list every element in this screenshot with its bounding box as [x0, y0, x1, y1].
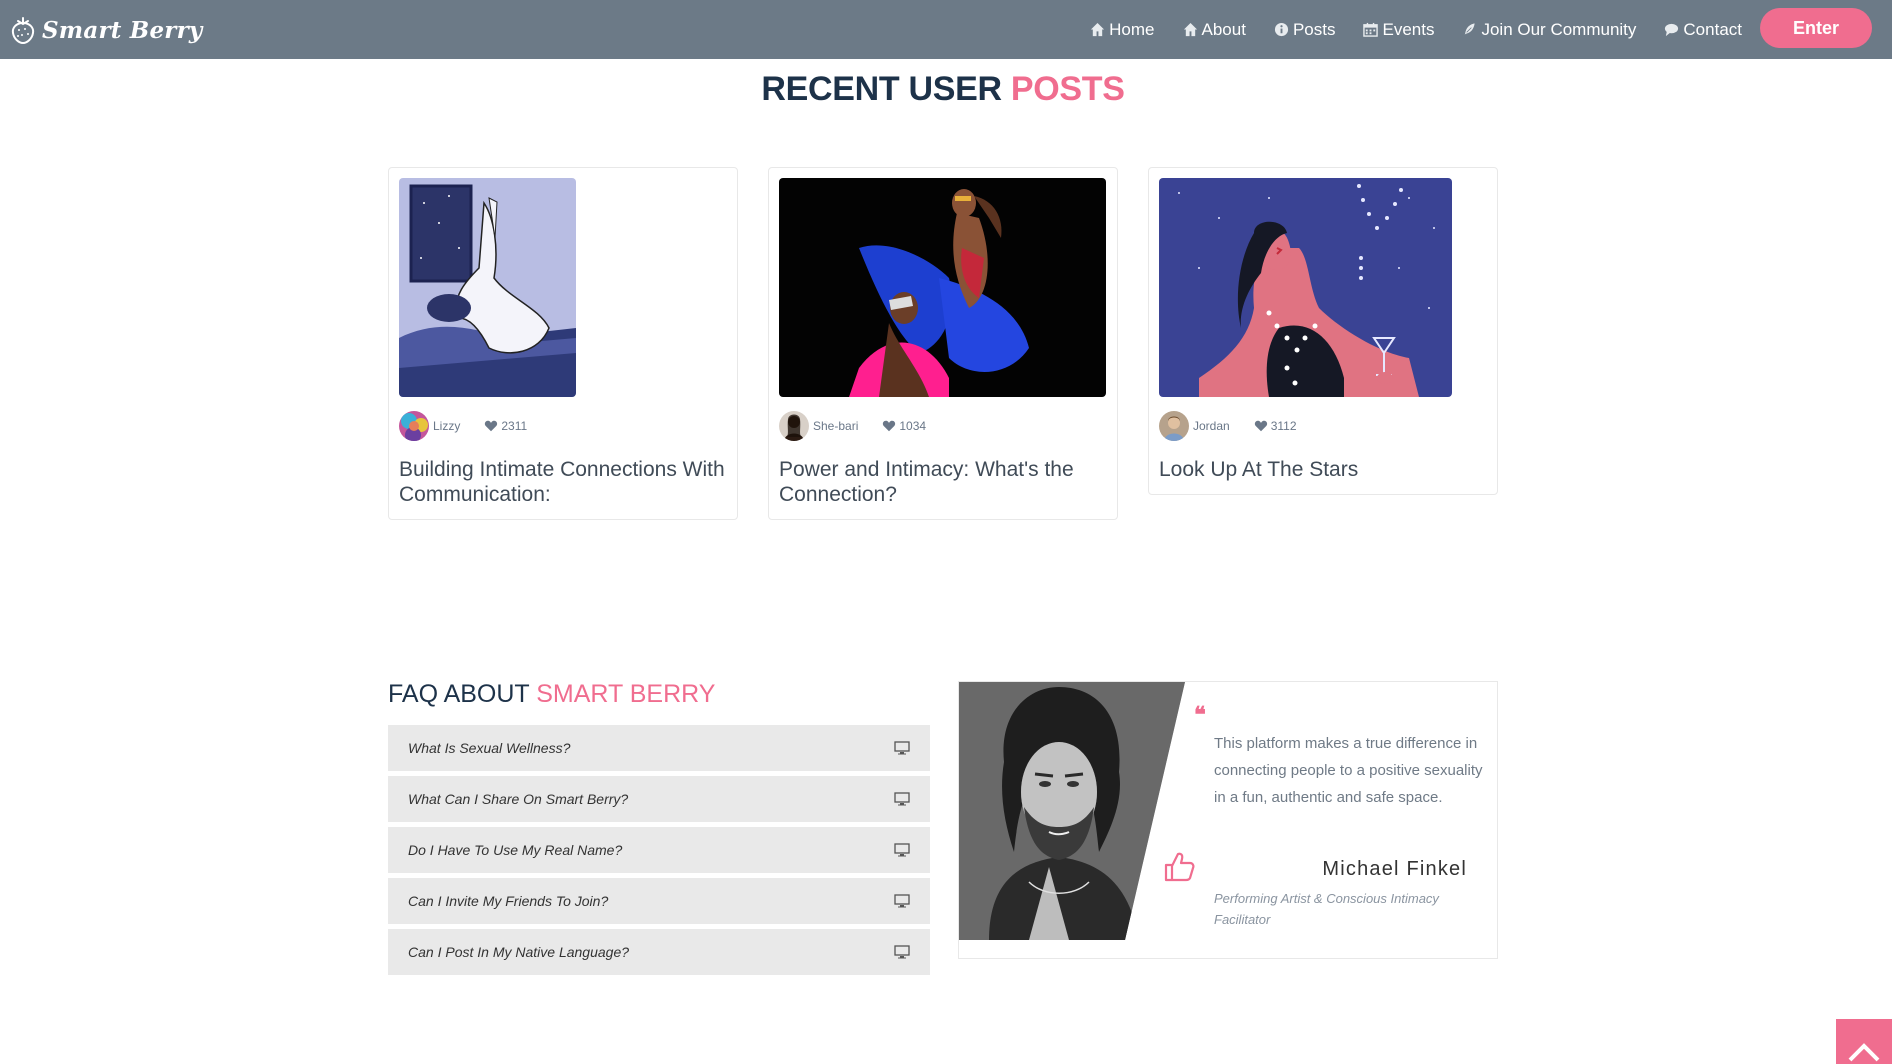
chat-icon — [1665, 23, 1679, 37]
home-icon — [1183, 22, 1197, 37]
post-image[interactable] — [1159, 178, 1452, 397]
faq-item[interactable]: What Is Sexual Wellness? — [388, 725, 930, 771]
info-icon — [1274, 22, 1289, 37]
avatar[interactable] — [1159, 411, 1189, 441]
monitor-icon — [894, 945, 910, 959]
testimonial-card: ❝ This platform makes a true difference … — [958, 681, 1498, 959]
monitor-icon — [894, 792, 910, 806]
nav-join-community[interactable]: Join Our Community — [1462, 20, 1636, 40]
avatar[interactable] — [399, 411, 429, 441]
testimonial-role: Performing Artist & Conscious Intimacy F… — [1214, 891, 1439, 927]
faq-question: Can I Post In My Native Language? — [408, 944, 630, 960]
faq-question: What Can I Share On Smart Berry? — [408, 791, 629, 807]
main-nav: Home About Posts Events Join Our Communi… — [1062, 0, 1742, 59]
post-author[interactable]: She-bari — [813, 419, 858, 433]
nav-contact-label: Contact — [1683, 19, 1742, 39]
faq-item[interactable]: Can I Post In My Native Language? — [388, 929, 930, 975]
faq-question: Can I Invite My Friends To Join? — [408, 893, 609, 909]
testimonial-text: This platform makes a true difference in… — [1214, 735, 1483, 806]
avatar[interactable] — [779, 411, 809, 441]
nav-home-label: Home — [1109, 19, 1155, 39]
heart-icon — [485, 420, 498, 432]
nav-events-label: Events — [1382, 19, 1435, 39]
post-likes-count: 1034 — [899, 419, 927, 433]
brand-name: Smart Berry — [42, 16, 203, 44]
post-title[interactable]: Building Intimate Connections With Commu… — [399, 457, 727, 507]
recent-posts-title: RECENT USER POSTS — [0, 70, 1886, 109]
home-icon — [1091, 22, 1105, 37]
faq-title: FAQ ABOUT SMART BERRY — [388, 680, 715, 709]
faq-item[interactable]: Can I Invite My Friends To Join? — [388, 878, 930, 924]
brand-logo-link[interactable]: Smart Berry — [8, 12, 202, 48]
post-meta: She-bari 1034 — [779, 411, 1107, 441]
monitor-icon — [894, 741, 910, 755]
nav-events[interactable]: Events — [1363, 20, 1434, 40]
feather-icon — [1463, 22, 1477, 37]
avatar-image — [1159, 411, 1189, 441]
post-meta: Lizzy 2311 — [399, 411, 727, 441]
faq-item[interactable]: Do I Have To Use My Real Name? — [388, 827, 930, 873]
testimonial-photo — [959, 682, 1185, 940]
avatar-image — [399, 411, 429, 441]
avatar-image — [779, 411, 809, 441]
post-title[interactable]: Look Up At The Stars — [1159, 457, 1487, 482]
nav-about[interactable]: About — [1183, 20, 1246, 40]
nav-contact[interactable]: Contact — [1664, 20, 1742, 40]
post-image-photo — [779, 178, 1106, 397]
heart-icon — [883, 420, 896, 432]
nav-about-label: About — [1201, 19, 1246, 39]
faq-question: Do I Have To Use My Real Name? — [408, 842, 623, 858]
monitor-icon — [894, 843, 910, 857]
recent-posts-title-accent: POSTS — [1010, 70, 1125, 108]
faq-item[interactable]: What Can I Share On Smart Berry? — [388, 776, 930, 822]
navbar: Smart Berry Home About Posts Events Join… — [0, 0, 1892, 59]
post-likes-count: 2311 — [501, 419, 528, 433]
testimonial-portrait — [959, 682, 1185, 940]
enter-button[interactable]: Enter — [1760, 8, 1872, 48]
nav-posts-label: Posts — [1292, 19, 1336, 39]
post-image[interactable] — [399, 178, 576, 397]
thumbs-up-icon — [1164, 852, 1195, 882]
heart-icon — [1254, 420, 1267, 432]
faq-title-main: FAQ ABOUT — [388, 680, 530, 708]
strawberry-icon — [11, 17, 35, 45]
post-image-illustration — [399, 178, 576, 397]
post-card[interactable]: She-bari 1034 Power and Intimacy: What's… — [768, 167, 1118, 520]
scroll-to-top-button[interactable] — [1836, 1019, 1892, 1064]
post-image-illustration — [1159, 178, 1452, 397]
nav-join-label: Join Our Community — [1481, 19, 1637, 39]
post-card[interactable]: Lizzy 2311 Building Intimate Connections… — [388, 167, 738, 520]
post-likes: 2311 — [484, 419, 527, 433]
testimonial-name: Michael Finkel — [1322, 858, 1467, 880]
post-image[interactable] — [779, 178, 1106, 397]
faq-title-accent: SMART BERRY — [536, 680, 716, 708]
nav-posts[interactable]: Posts — [1274, 19, 1336, 40]
recent-posts-title-main: RECENT USER — [761, 70, 1002, 108]
faq-list: What Is Sexual Wellness? What Can I Shar… — [388, 725, 930, 980]
post-title[interactable]: Power and Intimacy: What's the Connectio… — [779, 457, 1107, 507]
faq-question: What Is Sexual Wellness? — [408, 740, 571, 756]
post-author[interactable]: Jordan — [1193, 419, 1230, 433]
post-likes-count: 3112 — [1270, 419, 1297, 433]
post-card[interactable]: Jordan 3112 Look Up At The Stars — [1148, 167, 1498, 495]
nav-home[interactable]: Home — [1090, 19, 1155, 40]
monitor-icon — [894, 894, 910, 908]
post-likes: 3112 — [1254, 419, 1297, 433]
chevron-up-icon — [1848, 1043, 1880, 1062]
post-author[interactable]: Lizzy — [433, 419, 460, 433]
post-likes: 1034 — [882, 419, 926, 433]
quote-icon: ❝ — [1194, 702, 1206, 728]
calendar-icon — [1363, 22, 1379, 37]
post-meta: Jordan 3112 — [1159, 411, 1487, 441]
